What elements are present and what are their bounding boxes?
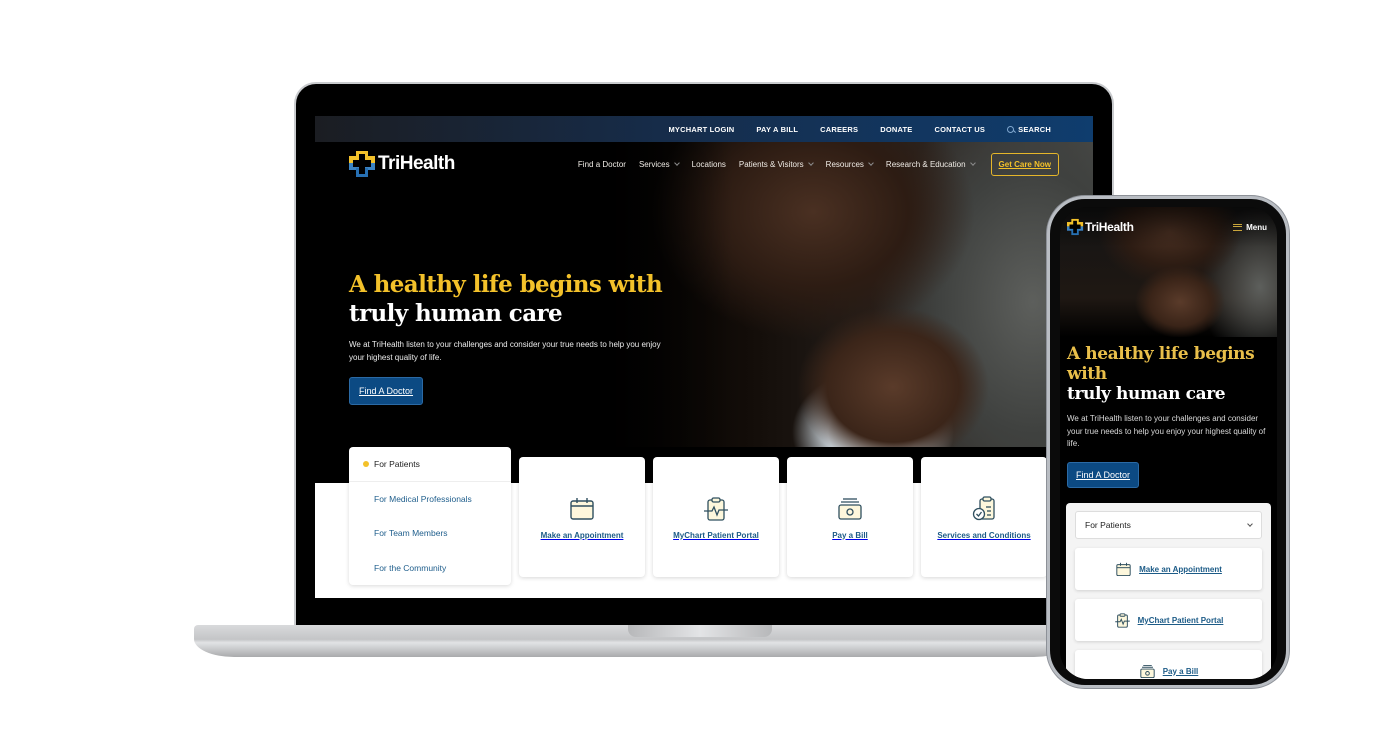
mobile-header: TriHealth Menu [1060, 207, 1277, 247]
utility-search-button[interactable]: SEARCH [1007, 125, 1051, 134]
utility-link-careers[interactable]: CAREERS [820, 125, 858, 134]
trihealth-cross-logo-icon [349, 151, 375, 177]
cash-icon [838, 497, 862, 520]
card-label: Make an Appointment [540, 530, 624, 540]
main-header: TriHealth Find a Doctor Services Locatio… [315, 142, 1093, 186]
nav-label: Services [638, 159, 670, 169]
mobile-find-a-doctor-button[interactable]: Find A Doctor [1067, 461, 1140, 488]
nav-services[interactable]: Services [638, 159, 680, 169]
card-label: Services and Conditions [937, 530, 1031, 540]
logo-wordmark: TriHealth [1085, 220, 1134, 234]
device-mockup-stage: MYCHART LOGIN PAY A BILL CAREERS DONATE … [0, 0, 1400, 737]
mobile-hero-headline: A healthy life begins with truly human c… [1067, 344, 1272, 404]
hero-headline-gold: A healthy life begins with [1067, 344, 1255, 384]
nav-find-a-doctor[interactable]: Find a Doctor [578, 160, 626, 169]
search-label: SEARCH [1018, 124, 1051, 134]
nav-label: Patients & Visitors [738, 159, 804, 169]
chevron-down-icon [807, 159, 814, 166]
mobile-hero-copy: A healthy life begins with truly human c… [1067, 344, 1272, 488]
chevron-down-icon [673, 159, 680, 166]
cash-icon [1140, 664, 1155, 678]
card-make-an-appointment[interactable]: Make an Appointment [519, 457, 645, 577]
chevron-down-icon [969, 159, 976, 166]
card-pay-a-bill[interactable]: Pay a Bill [787, 457, 913, 577]
utility-link-contact-us[interactable]: CONTACT US [935, 125, 986, 134]
card-label: Pay a Bill [832, 530, 868, 540]
find-a-doctor-button[interactable]: Find A Doctor [349, 377, 424, 405]
mobile-menu-button[interactable]: Menu [1233, 223, 1267, 232]
search-icon [1007, 125, 1015, 133]
utility-link-pay-a-bill[interactable]: PAY A BILL [756, 125, 798, 134]
trihealth-cross-logo-icon [1067, 218, 1084, 236]
tab-label: For Patients [374, 458, 420, 469]
audience-tab-for-medical-professionals[interactable]: For Medical Professionals [349, 482, 511, 517]
hero-headline-gold: A healthy life begins with [349, 271, 663, 298]
hero-headline-white: truly human care [1067, 384, 1226, 404]
card-label: MyChart Patient Portal [1137, 615, 1224, 625]
hero-headline: A healthy life begins with truly human c… [349, 270, 689, 328]
hero-copy: A healthy life begins with truly human c… [349, 270, 689, 405]
laptop-hinge-notch [628, 625, 772, 637]
mobile-website: TriHealth Menu A healthy life begins wit… [1060, 207, 1277, 679]
nav-resources[interactable]: Resources [825, 159, 874, 169]
audience-tabs: For Patients For Medical Professionals F… [349, 447, 511, 585]
audience-select-value: For Patients [1085, 520, 1131, 530]
card-mychart-patient-portal[interactable]: MyChart Patient Portal [653, 457, 779, 577]
trihealth-logo[interactable]: TriHealth [1067, 214, 1134, 240]
active-indicator-dot [363, 460, 369, 467]
mobile-quick-links-panel: For Patients Make an Appointment MyChart… [1066, 503, 1271, 679]
card-label: Make an Appointment [1139, 564, 1222, 574]
nav-patients-visitors[interactable]: Patients & Visitors [738, 159, 814, 169]
nav-label: Find a Doctor [577, 159, 626, 169]
hero-headline-white: truly human care [349, 300, 563, 327]
audience-select[interactable]: For Patients [1075, 511, 1262, 539]
card-label: MyChart Patient Portal [673, 530, 759, 540]
audience-tab-for-the-community[interactable]: For the Community [349, 551, 511, 586]
nav-research-education[interactable]: Research & Education [885, 159, 976, 169]
mobile-card-make-an-appointment[interactable]: Make an Appointment [1075, 548, 1262, 590]
audience-tab-for-team-members[interactable]: For Team Members [349, 516, 511, 551]
menu-label: Menu [1246, 222, 1267, 232]
mobile-hero-subtext: We at TriHealth listen to your challenge… [1067, 414, 1266, 448]
audience-tab-for-patients[interactable]: For Patients [349, 447, 511, 482]
checklist-icon [972, 495, 995, 520]
chevron-down-icon [868, 159, 874, 166]
nav-label: Resources [825, 159, 864, 169]
utility-nav: MYCHART LOGIN PAY A BILL CAREERS DONATE … [315, 116, 1093, 142]
clipboard-heartbeat-icon [704, 496, 728, 521]
card-services-and-conditions[interactable]: Services and Conditions [921, 457, 1047, 577]
desktop-website: MYCHART LOGIN PAY A BILL CAREERS DONATE … [315, 116, 1093, 598]
chevron-down-icon [1247, 520, 1253, 527]
clipboard-heartbeat-icon [1114, 612, 1130, 628]
trihealth-logo[interactable]: TriHealth [349, 151, 455, 177]
hamburger-icon [1233, 223, 1243, 231]
get-care-now-button[interactable]: Get Care Now [990, 152, 1059, 176]
primary-nav: Find a Doctor Services Locations Patient… [578, 152, 1059, 176]
calendar-icon [1116, 562, 1131, 576]
logo-wordmark: TriHealth [378, 153, 455, 174]
calendar-icon [570, 497, 594, 520]
utility-link-donate[interactable]: DONATE [880, 125, 912, 134]
hero-subtext: We at TriHealth listen to your challenge… [349, 340, 661, 362]
card-label: Pay a Bill [1162, 666, 1199, 676]
nav-label: Research & Education [885, 159, 966, 169]
mobile-card-pay-a-bill[interactable]: Pay a Bill [1075, 650, 1262, 679]
quick-link-cards: Make an Appointment MyChart Patient Port… [519, 457, 1047, 577]
nav-locations[interactable]: Locations [692, 160, 726, 169]
utility-link-mychart-login[interactable]: MYCHART LOGIN [668, 125, 734, 134]
nav-label: Locations [691, 159, 726, 169]
mobile-card-mychart-patient-portal[interactable]: MyChart Patient Portal [1075, 599, 1262, 641]
